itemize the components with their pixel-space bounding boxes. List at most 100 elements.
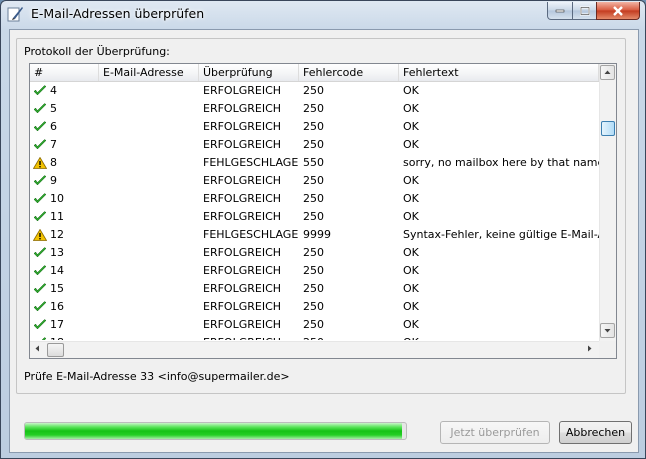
- table-row[interactable]: 6 ERFOLGREICH 250 OK: [30, 118, 599, 136]
- table-row[interactable]: 18 ERFOLGREICH250OK: [30, 334, 599, 340]
- cell-email: [99, 280, 199, 298]
- dialog-client-area: Protokoll der Überprüfung: # E-Mail-Adres…: [9, 29, 639, 453]
- table-row[interactable]: 15 ERFOLGREICH 250 OK: [30, 280, 599, 298]
- cell-error-code: 250: [303, 282, 324, 295]
- scroll-down-button[interactable]: [600, 323, 615, 338]
- table-row[interactable]: 11 ERFOLGREICH 250 OK: [30, 208, 599, 226]
- cell-error-code: 250: [303, 318, 324, 331]
- cell-email: [99, 262, 199, 280]
- table-row[interactable]: 9 ERFOLGREICH 250 OK: [30, 172, 599, 190]
- header-col-email[interactable]: E-Mail-Adresse: [99, 64, 199, 81]
- cell-check: ERFOLGREICH: [203, 102, 282, 115]
- list-rows: 4 ERFOLGREICH 250 OK 5 ERFOLGREICH 250 OK 6 ERFOL…: [30, 82, 599, 340]
- arrow-down-icon: [604, 329, 611, 333]
- table-row[interactable]: 17 ERFOLGREICH 250 OK: [30, 316, 599, 334]
- cell-error-text: sorry, no mailbox here by that name. (#5: [403, 156, 599, 169]
- cell-number: 13: [50, 246, 64, 259]
- list-header: # E-Mail-Adresse Überprüfung Fehlercode Fehl…: [30, 64, 599, 82]
- cell-email: [99, 136, 199, 154]
- cell-number: 7: [50, 138, 57, 151]
- table-row[interactable]: 5 ERFOLGREICH 250 OK: [30, 100, 599, 118]
- table-row[interactable]: 16 ERFOLGREICH 250 OK: [30, 298, 599, 316]
- cell-error-code: 250: [303, 120, 324, 133]
- cell-number: 14: [50, 264, 64, 277]
- log-group-label: Protokoll der Überprüfung:: [24, 45, 170, 58]
- header-col-error-text[interactable]: Fehlertext: [399, 64, 599, 81]
- scroll-left-button[interactable]: [31, 342, 46, 357]
- table-row[interactable]: 8 FEHLGESCHLAGEN 550 sorry, no mailbox here…: [30, 154, 599, 172]
- cell-error-code: 250: [303, 174, 324, 187]
- cell-error-code: 250: [303, 246, 324, 259]
- horizontal-scrollbar[interactable]: [30, 341, 599, 358]
- cell-check: ERFOLGREICH: [203, 264, 282, 277]
- arrow-right-icon: [588, 345, 592, 352]
- scrollbar-corner: [599, 341, 616, 358]
- table-row[interactable]: 4 ERFOLGREICH 250 OK: [30, 82, 599, 100]
- cell-error-text: Syntax-Fehler, keine gültige E-Mail-Adre…: [403, 228, 599, 241]
- minimize-button[interactable]: [547, 2, 573, 20]
- table-row[interactable]: 13 ERFOLGREICH 250 OK: [30, 244, 599, 262]
- window-title: E-Mail-Adressen überprüfen: [31, 6, 205, 21]
- cancel-button[interactable]: Abbrechen: [559, 421, 632, 444]
- cell-email: [99, 82, 199, 100]
- maximize-button[interactable]: [572, 2, 597, 20]
- cell-email: [99, 316, 199, 334]
- cell-check: ERFOLGREICH: [203, 84, 282, 97]
- status-text: Prüfe E-Mail-Adresse 33 <info@supermaile…: [24, 370, 290, 383]
- cell-email: [99, 190, 199, 208]
- header-col-error-code[interactable]: Fehlercode: [299, 64, 399, 81]
- quill-pen-icon: [7, 5, 25, 23]
- vertical-scroll-thumb[interactable]: [601, 121, 615, 136]
- cell-error-text: OK: [403, 84, 419, 97]
- progress-fill: [25, 423, 403, 439]
- close-button[interactable]: [596, 2, 640, 20]
- cell-error-code: 550: [303, 156, 324, 169]
- scroll-right-button[interactable]: [583, 342, 598, 357]
- cell-check: FEHLGESCHLAGEN: [203, 156, 299, 169]
- table-row[interactable]: 14 ERFOLGREICH 250 OK: [30, 262, 599, 280]
- cell-error-code: 250: [299, 334, 399, 340]
- cell-number: 6: [50, 120, 57, 133]
- cell-error-text: OK: [403, 192, 419, 205]
- cell-email: [99, 244, 199, 262]
- log-list-view[interactable]: # E-Mail-Adresse Überprüfung Fehlercode Fehl…: [29, 63, 617, 359]
- progress-bar: [24, 422, 407, 440]
- cell-error-text: OK: [403, 318, 419, 331]
- cell-check: FEHLGESCHLAGEN: [203, 228, 299, 241]
- cell-number: 16: [50, 300, 64, 313]
- cell-error-text: OK: [403, 300, 419, 313]
- header-col-number[interactable]: #: [30, 64, 99, 81]
- cell-check: ERFOLGREICH: [203, 210, 282, 223]
- cell-error-text: OK: [403, 264, 419, 277]
- cell-check: ERFOLGREICH: [203, 120, 282, 133]
- arrow-left-icon: [35, 345, 39, 352]
- cell-error-text: OK: [403, 102, 419, 115]
- table-row[interactable]: 10 ERFOLGREICH 250 OK: [30, 190, 599, 208]
- title-bar[interactable]: E-Mail-Adressen überprüfen: [1, 1, 645, 29]
- cell-error-text: OK: [403, 120, 419, 133]
- cell-check: ERFOLGREICH: [203, 138, 282, 151]
- cell-check: ERFOLGREICH: [203, 192, 282, 205]
- header-col-check[interactable]: Überprüfung: [199, 64, 299, 81]
- cell-email: [99, 226, 199, 244]
- cell-check: ERFOLGREICH: [199, 334, 299, 340]
- cell-check: ERFOLGREICH: [203, 246, 282, 259]
- vertical-scrollbar[interactable]: [599, 64, 616, 341]
- scroll-up-button[interactable]: [600, 65, 615, 80]
- cell-number: 11: [50, 210, 64, 223]
- cell-error-code: 250: [303, 84, 324, 97]
- horizontal-scroll-thumb[interactable]: [47, 343, 64, 357]
- cell-error-code: 250: [303, 264, 324, 277]
- cell-email: [99, 118, 199, 136]
- cell-email: [99, 208, 199, 226]
- cell-error-code: 250: [303, 210, 324, 223]
- cell-error-text: OK: [403, 246, 419, 259]
- cell-email: [99, 172, 199, 190]
- cell-error-code: 250: [303, 300, 324, 313]
- table-row[interactable]: 12 FEHLGESCHLAGEN 9999 Syntax-Fehler, keine…: [30, 226, 599, 244]
- dialog-window: E-Mail-Adressen überprüfen Protokoll der…: [0, 0, 646, 459]
- check-now-button[interactable]: Jetzt überprüfen: [440, 421, 550, 444]
- cell-number: 5: [50, 102, 57, 115]
- cell-error-code: 250: [303, 138, 324, 151]
- table-row[interactable]: 7 ERFOLGREICH 250 OK: [30, 136, 599, 154]
